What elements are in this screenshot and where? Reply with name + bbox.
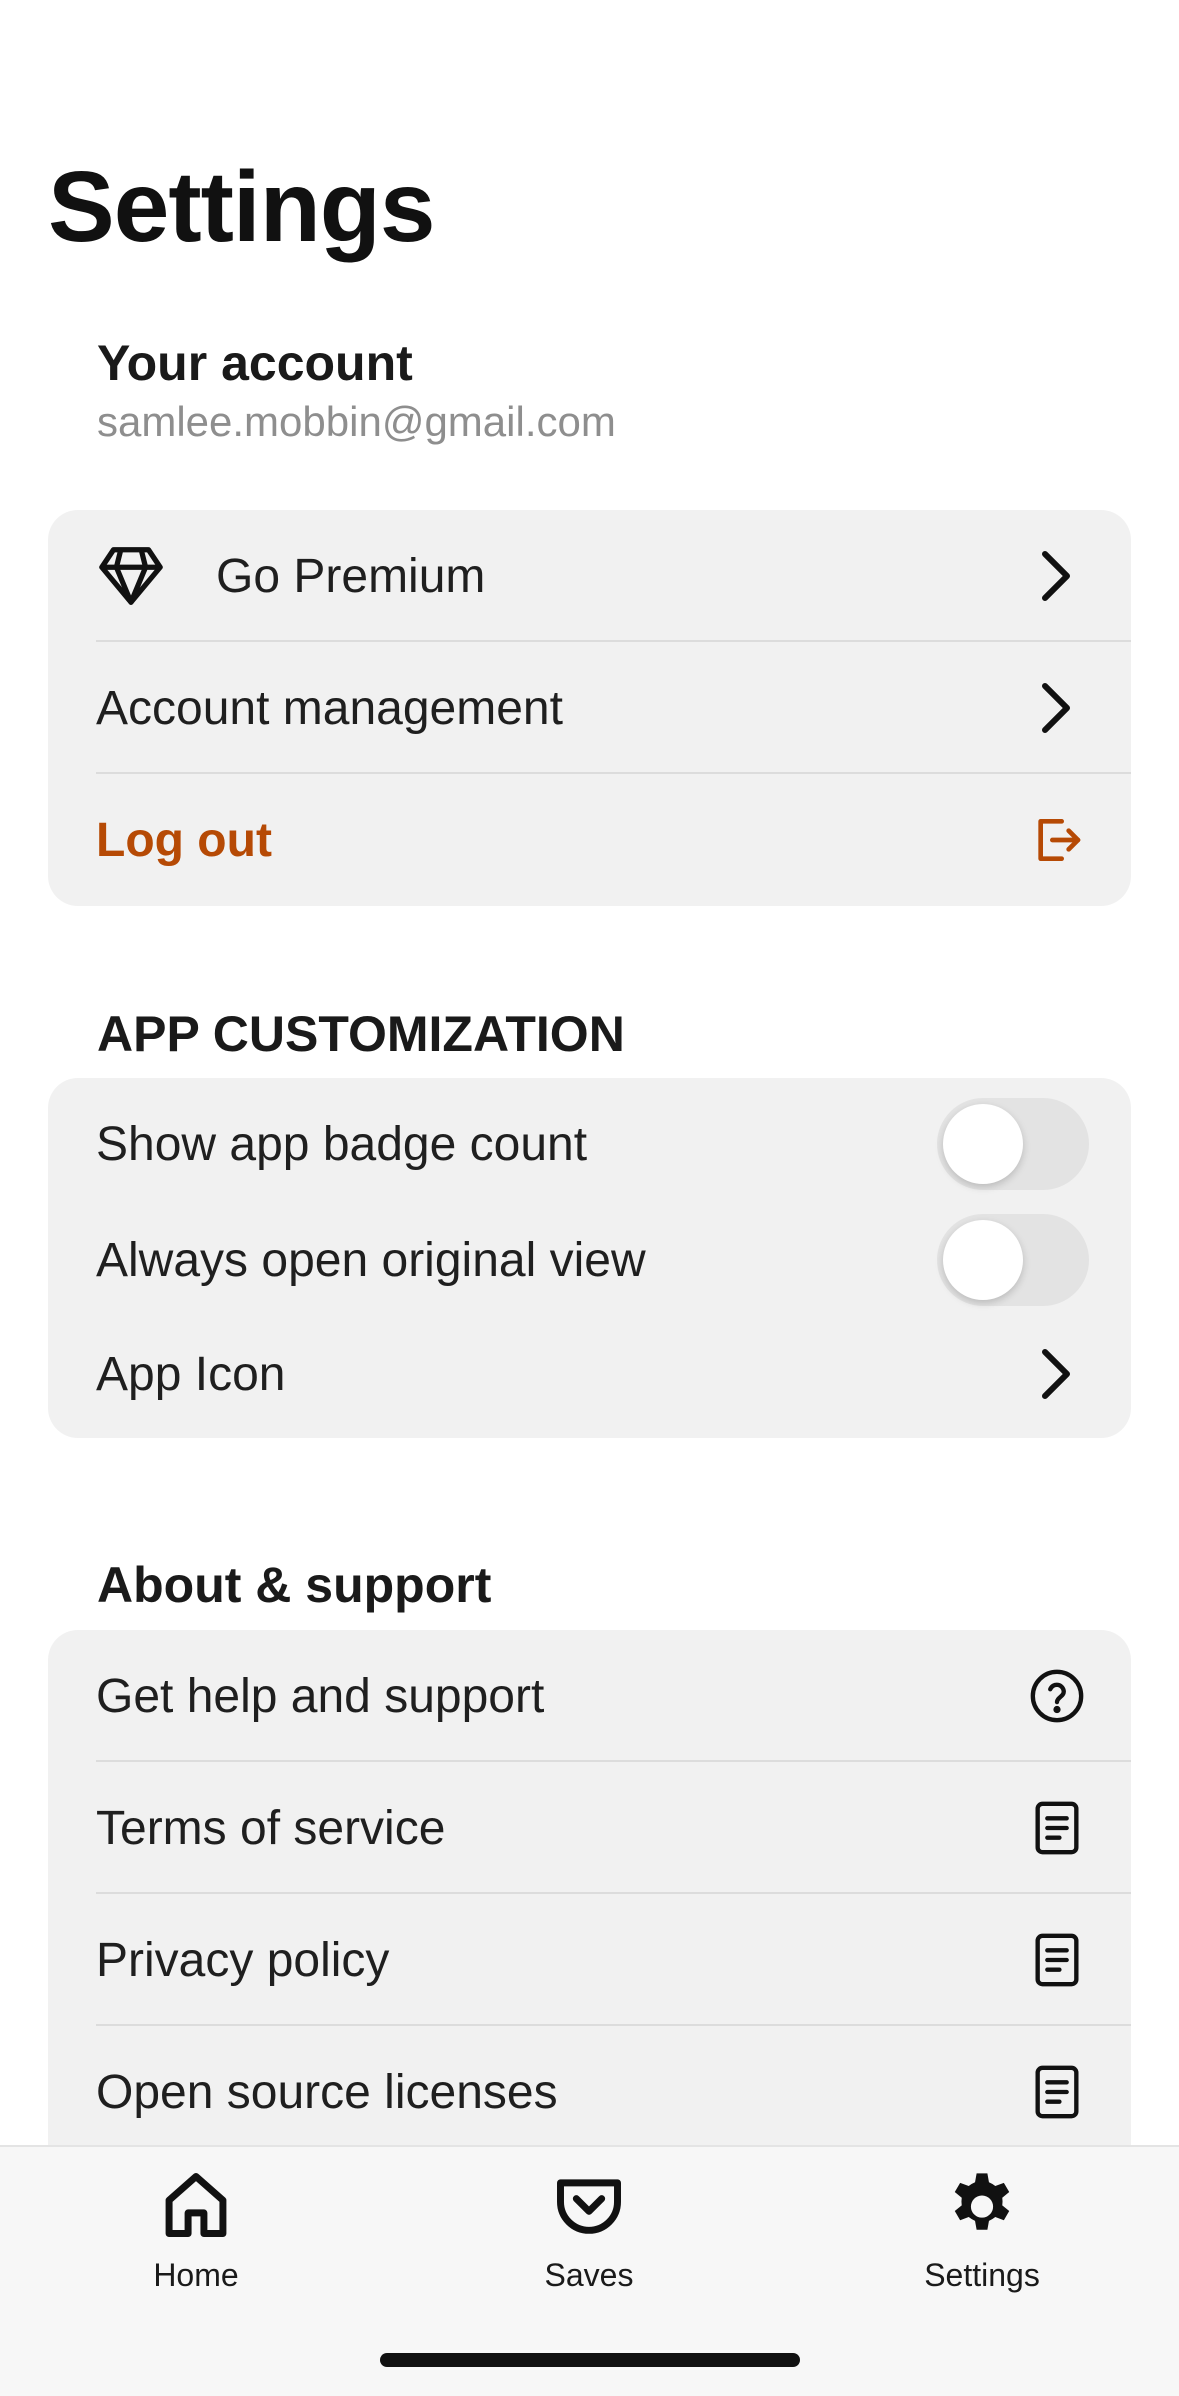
logout-icon [1027, 810, 1087, 870]
account-management-row[interactable]: Account management [48, 642, 1131, 774]
show-badge-count-row: Show app badge count [48, 1086, 1131, 1202]
help-support-row[interactable]: Get help and support [48, 1630, 1131, 1762]
always-open-original-row: Always open original view [48, 1202, 1131, 1318]
terms-of-service-label: Terms of service [96, 1801, 446, 1855]
show-badge-count-toggle[interactable] [937, 1098, 1089, 1190]
document-icon [1027, 1798, 1087, 1858]
always-open-original-label: Always open original view [96, 1233, 646, 1287]
open-source-licenses-row[interactable]: Open source licenses [48, 2026, 1131, 2158]
terms-of-service-row[interactable]: Terms of service [48, 1762, 1131, 1894]
document-icon [1027, 1930, 1087, 1990]
chevron-right-icon [1027, 546, 1087, 606]
tab-saves-label: Saves [544, 2257, 634, 2293]
app-icon-label: App Icon [96, 1347, 286, 1401]
always-open-original-toggle[interactable] [937, 1214, 1089, 1306]
account-management-label: Account management [96, 681, 563, 735]
log-out-row[interactable]: Log out [48, 774, 1131, 906]
app-icon-row[interactable]: App Icon [48, 1318, 1131, 1430]
app-customization-heading: APP CUSTOMIZATION [97, 1006, 625, 1062]
tab-home[interactable]: Home [76, 2167, 316, 2294]
account-email: samlee.mobbin@gmail.com [97, 398, 616, 445]
account-card: Go Premium Account management Log out [48, 510, 1131, 906]
chevron-right-icon [1027, 1344, 1087, 1404]
document-icon [1027, 2062, 1087, 2122]
toggle-knob [943, 1104, 1023, 1184]
home-indicator[interactable] [380, 2353, 800, 2367]
account-section-label: Your account [97, 335, 413, 391]
customization-card: Show app badge count Always open origina… [48, 1078, 1131, 1438]
go-premium-label: Go Premium [216, 549, 486, 603]
gear-icon [954, 2173, 1010, 2230]
page-title: Settings [48, 151, 435, 263]
help-support-label: Get help and support [96, 1669, 545, 1723]
chevron-right-icon [1027, 678, 1087, 738]
settings-screen: Settings Your account samlee.mobbin@gmai… [0, 0, 1179, 2396]
about-support-heading: About & support [97, 1557, 492, 1613]
log-out-label: Log out [96, 813, 272, 867]
diamond-icon [96, 541, 166, 611]
saves-pocket-icon [557, 2179, 621, 2234]
privacy-policy-row[interactable]: Privacy policy [48, 1894, 1131, 2026]
about-card: Get help and support Terms of service Pr… [48, 1630, 1131, 2178]
show-badge-count-label: Show app badge count [96, 1117, 588, 1171]
toggle-knob [943, 1220, 1023, 1300]
tab-settings[interactable]: Settings [862, 2167, 1102, 2294]
tab-home-label: Home [153, 2257, 239, 2293]
help-circle-icon [1027, 1666, 1087, 1726]
go-premium-row[interactable]: Go Premium [48, 510, 1131, 642]
tab-saves[interactable]: Saves [469, 2167, 709, 2294]
tab-settings-label: Settings [924, 2257, 1040, 2293]
home-icon [165, 2173, 227, 2237]
open-source-licenses-label: Open source licenses [96, 2065, 558, 2119]
privacy-policy-label: Privacy policy [96, 1933, 390, 1987]
